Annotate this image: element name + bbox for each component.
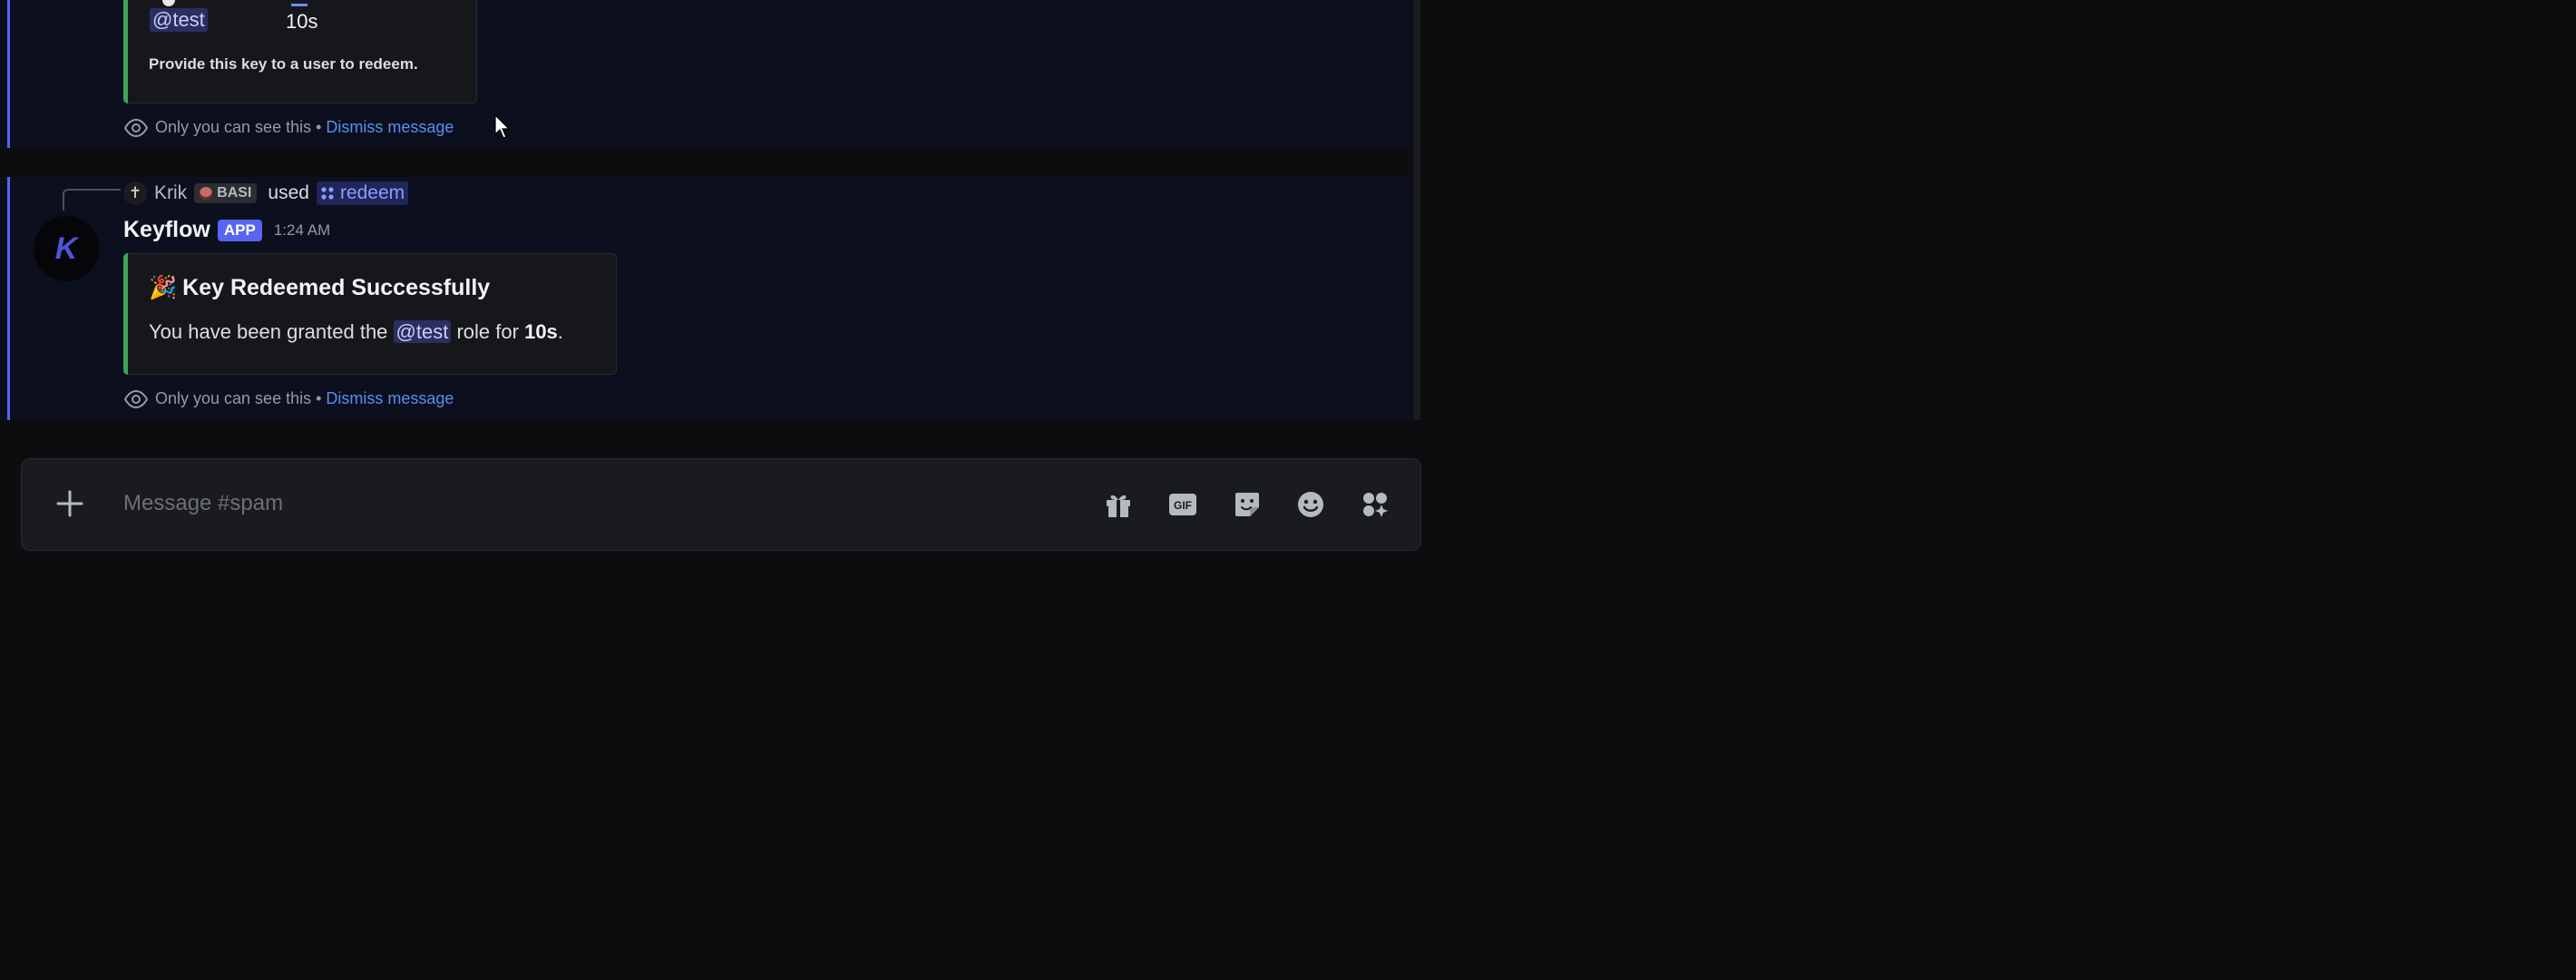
duration-value: 10s — [286, 10, 318, 33]
bot-avatar[interactable]: K — [34, 216, 99, 281]
gif-icon: GIF — [1169, 494, 1196, 515]
embed-title-text: Key Redeemed Successfully — [182, 275, 491, 300]
key-embed-card: @test 10s Provide this key to a user to … — [123, 0, 477, 103]
role-mention[interactable]: @test — [393, 320, 452, 343]
apps-icon — [1363, 493, 1388, 517]
author-name[interactable]: Keyflow — [123, 217, 210, 243]
embed-field-icon — [291, 0, 307, 6]
separator: • — [316, 118, 322, 136]
gift-icon — [1107, 495, 1130, 517]
role-mention[interactable]: @test — [150, 8, 208, 32]
dismiss-message-link[interactable]: Dismiss message — [326, 118, 454, 137]
gift-button[interactable] — [1103, 489, 1134, 520]
desc-prefix: You have been granted the — [149, 320, 388, 343]
ephemeral-text: Only you can see this — [155, 389, 312, 407]
desc-end: . — [557, 320, 563, 343]
duration-value: 10s — [524, 320, 558, 343]
ephemeral-notice: Only you can see this • Dismiss message — [124, 118, 454, 137]
redeem-embed-card: 🎉 Key Redeemed Successfully You have bee… — [123, 253, 617, 375]
used-text: used — [268, 182, 309, 203]
dismiss-message-link[interactable]: Dismiss message — [326, 389, 454, 408]
add-attachment-button[interactable] — [56, 490, 83, 517]
embed-color-bar — [123, 0, 128, 103]
message-composer[interactable]: Message #spam GIF — [21, 458, 1421, 551]
ephemeral-message-1: @test 10s Provide this key to a user to … — [0, 0, 1411, 148]
eye-icon — [124, 118, 148, 137]
reply-spine — [63, 189, 121, 211]
apps-button[interactable] — [1360, 489, 1390, 520]
emoji-icon — [1298, 492, 1323, 517]
reply-context[interactable]: ✝ Krik BASI used redeem — [123, 181, 409, 206]
embed-note: Provide this key to a user to redeem. — [149, 55, 418, 73]
reply-user-name[interactable]: Krik — [154, 182, 187, 204]
svg-text:GIF: GIF — [1174, 499, 1192, 512]
highlight-bar — [7, 177, 10, 420]
embed-color-bar — [123, 253, 128, 375]
eye-icon — [124, 389, 148, 408]
command-icon — [321, 187, 334, 200]
embed-description: You have been granted the @test role for… — [149, 320, 563, 344]
timestamp[interactable]: 1:24 AM — [274, 221, 330, 240]
embed-title: 🎉 Key Redeemed Successfully — [149, 275, 490, 301]
sticker-button[interactable] — [1232, 489, 1263, 520]
desc-middle: role for — [456, 320, 519, 343]
gif-button[interactable]: GIF — [1167, 489, 1198, 520]
avatar-glyph: K — [54, 230, 78, 266]
slash-command-mention[interactable]: redeem — [316, 181, 409, 205]
highlight-bar — [7, 0, 10, 148]
mouse-cursor-icon — [494, 113, 511, 144]
tag-icon — [200, 187, 213, 200]
reply-user-avatar[interactable]: ✝ — [123, 181, 147, 205]
app-badge: APP — [217, 219, 262, 241]
ephemeral-notice: Only you can see this • Dismiss message — [124, 389, 454, 408]
command-name: redeem — [339, 182, 405, 203]
message-input[interactable]: Message #spam — [123, 491, 283, 516]
party-popper-icon: 🎉 — [149, 275, 178, 300]
plus-icon — [56, 490, 83, 517]
message-header: Keyflow APP 1:24 AM — [123, 217, 330, 243]
separator: • — [316, 389, 322, 407]
sticker-icon — [1235, 493, 1259, 516]
embed-field-icon — [162, 0, 175, 6]
tag-label: BASI — [217, 185, 252, 201]
ephemeral-text: Only you can see this — [155, 118, 312, 136]
user-tag-badge: BASI — [194, 183, 258, 203]
scrollbar-track[interactable] — [1413, 0, 1420, 420]
emoji-button[interactable] — [1295, 489, 1326, 520]
